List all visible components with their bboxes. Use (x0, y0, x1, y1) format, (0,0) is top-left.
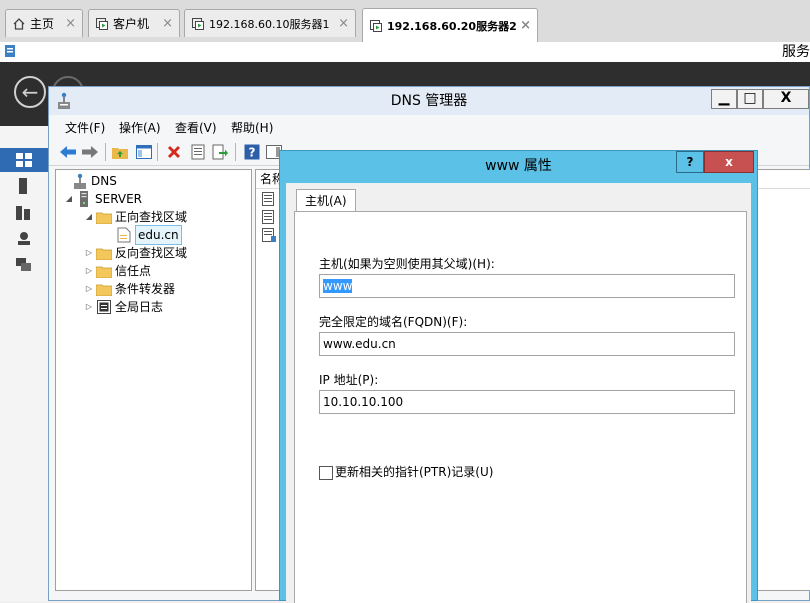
menu-file[interactable]: 文件(F) (59, 117, 111, 139)
dialog-help-button[interactable]: ? (676, 151, 704, 173)
tab-host[interactable]: 主机(A) (296, 189, 356, 212)
host-input-value: www (323, 279, 353, 293)
vm-icon (369, 19, 383, 33)
log-icon (96, 299, 112, 315)
folder-icon (96, 245, 112, 261)
nav-item-all-servers[interactable] (0, 200, 48, 224)
dashboard-icon (16, 153, 32, 167)
folder-icon (96, 281, 112, 297)
record-icon[interactable] (262, 228, 276, 245)
dns-icon (72, 173, 88, 189)
vm-icon (191, 17, 205, 31)
tab-label: 192.168.60.10服务器1 (209, 17, 330, 31)
home-icon (12, 17, 26, 31)
tab-bar: 主页 × 客户机 × 192.168.60.10服务器1 × 192.168.6… (0, 0, 810, 43)
tree-node-global-logs[interactable]: ▷ 全局日志 (84, 298, 163, 316)
expand-icon[interactable]: ▷ (84, 280, 94, 298)
vm-icon (95, 17, 109, 31)
tree-pane: DNS ◢ SERVER ◢ 正向查找区域 edu.cn ▷ 反向查找区域 ▷ … (55, 169, 252, 591)
servers-icon (16, 206, 30, 220)
menu-action[interactable]: 操作(A) (113, 117, 167, 139)
nav-item-local-server[interactable] (0, 174, 48, 198)
expand-icon[interactable]: ▷ (84, 262, 94, 280)
menu-help[interactable]: 帮助(H) (225, 117, 279, 139)
ptr-checkbox-label[interactable]: 更新相关的指针(PTR)记录(U) (335, 464, 493, 480)
zone-icon (116, 227, 132, 243)
forward-icon[interactable] (81, 143, 99, 161)
dns-role-icon (18, 232, 30, 245)
close-button[interactable]: X (763, 89, 809, 109)
tree-node-dns[interactable]: DNS (60, 172, 117, 190)
expand-icon[interactable]: ▷ (84, 298, 94, 316)
close-icon[interactable]: × (65, 16, 76, 31)
tree-node-forward-zones[interactable]: ◢ 正向查找区域 (84, 208, 187, 226)
ptr-checkbox[interactable] (319, 466, 333, 480)
tree-node-trust-points[interactable]: ▷ 信任点 (84, 262, 151, 280)
export-icon[interactable] (211, 143, 229, 161)
close-icon[interactable]: × (338, 16, 349, 31)
tab-label: 主页 (30, 17, 55, 31)
tree-node-label: 条件转发器 (115, 282, 176, 296)
maximize-button[interactable]: □ (737, 89, 763, 109)
tree-node-label: 反向查找区域 (115, 246, 188, 260)
menu-view[interactable]: 查看(V) (169, 117, 223, 139)
host-tab-panel: 主机(如果为空则使用其父域)(H): www 完全限定的域名(FQDN)(F):… (294, 211, 747, 603)
menu-bar: 文件(F) 操作(A) 查看(V) 帮助(H) (49, 117, 809, 139)
folder-icon (96, 209, 112, 225)
tab-label: 192.168.60.20服务器2 (387, 19, 517, 33)
svg-text:?: ? (249, 146, 256, 160)
tree-node-label: DNS (91, 174, 117, 188)
expand-icon[interactable]: ▷ (84, 244, 94, 262)
close-icon[interactable]: × (520, 18, 531, 33)
tree-node-label: edu.cn (135, 225, 182, 245)
strip-text: 服务 (782, 44, 810, 60)
up-folder-icon[interactable] (111, 143, 129, 161)
server-icon (19, 178, 27, 194)
host-label: 主机(如果为空则使用其父域)(H): (319, 257, 495, 271)
collapse-icon[interactable]: ◢ (64, 190, 74, 208)
dialog-close-button[interactable]: x (704, 151, 754, 173)
file-services-icon (16, 258, 31, 271)
record-icon[interactable] (262, 210, 274, 227)
delete-icon[interactable] (165, 143, 183, 161)
tab-home[interactable]: 主页 × (5, 9, 83, 37)
tree-node-label: 全局日志 (115, 300, 164, 314)
tree-node-server[interactable]: ◢ SERVER (64, 190, 142, 208)
ip-label: IP 地址(P): (319, 373, 379, 387)
record-icon[interactable] (262, 192, 274, 209)
server-icon (76, 191, 92, 207)
close-icon[interactable]: × (162, 16, 173, 31)
server-manager-icon (4, 44, 18, 61)
nav-item-file-services[interactable] (0, 252, 48, 276)
dialog-body: 主机(A) 主机(如果为空则使用其父域)(H): www 完全限定的域名(FQD… (286, 183, 751, 603)
www-properties-dialog: www 属性 ? x 主机(A) 主机(如果为空则使用其父域)(H): www … (279, 150, 758, 603)
dns-window-title: DNS 管理器 (390, 93, 468, 109)
tab-client[interactable]: 客户机 × (88, 9, 180, 37)
help-icon[interactable]: ? (243, 143, 261, 161)
ip-address-input[interactable]: 10.10.10.100 (319, 390, 735, 414)
tree-node-label: 正向查找区域 (115, 210, 188, 224)
nav-item-dashboard[interactable] (0, 148, 48, 172)
properties-icon[interactable] (189, 143, 207, 161)
tab-label: 客户机 (113, 17, 150, 31)
back-arrow-icon[interactable]: ← (14, 76, 46, 108)
tree-node-label: SERVER (95, 192, 143, 206)
minimize-button[interactable]: ▁ (711, 89, 737, 109)
back-icon[interactable] (59, 143, 77, 161)
tree-node-conditional-forwarders[interactable]: ▷ 条件转发器 (84, 280, 175, 298)
tab-server1[interactable]: 192.168.60.10服务器1 × (184, 9, 356, 37)
tree-node-label: 信任点 (115, 264, 152, 278)
host-input[interactable]: www (319, 274, 735, 298)
fqdn-field[interactable]: www.edu.cn (319, 332, 735, 356)
server-manager-strip (0, 42, 810, 62)
folder-icon (96, 263, 112, 279)
show-tree-icon[interactable] (135, 143, 153, 161)
fqdn-label: 完全限定的域名(FQDN)(F): (319, 315, 468, 329)
tab-server2[interactable]: 192.168.60.20服务器2 × (362, 8, 538, 42)
collapse-icon[interactable]: ◢ (84, 208, 94, 226)
server-manager-nav (0, 126, 48, 601)
tree-node-edu-cn[interactable]: edu.cn (104, 225, 182, 245)
tree-node-reverse-zones[interactable]: ▷ 反向查找区域 (84, 244, 187, 262)
nav-item-dns[interactable] (0, 226, 48, 250)
